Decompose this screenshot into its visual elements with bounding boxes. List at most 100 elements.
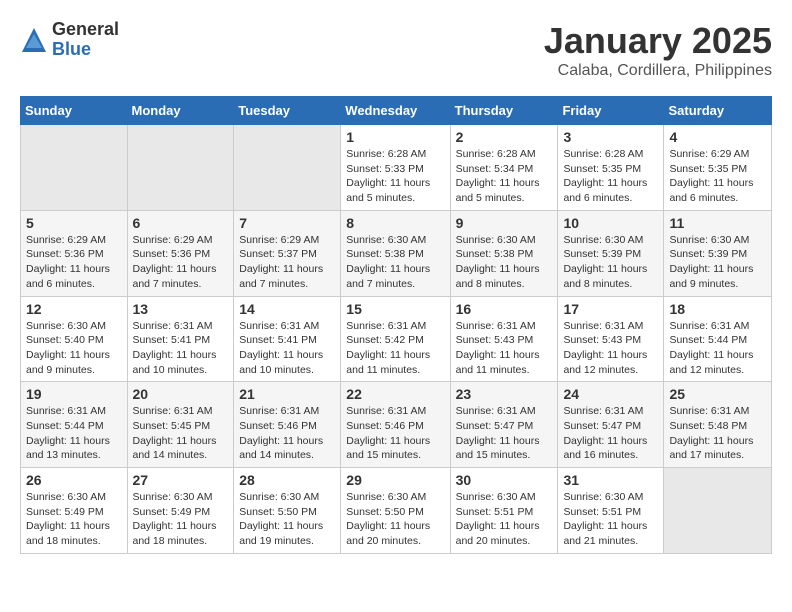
calendar-cell: 15 Sunrise: 6:31 AMSunset: 5:42 PMDayligh… — [341, 296, 450, 382]
location-text: Calaba, Cordillera, Philippines — [544, 62, 772, 80]
day-number: 26 — [26, 472, 122, 488]
calendar-cell: 31 Sunrise: 6:30 AMSunset: 5:51 PMDayligh… — [558, 468, 664, 554]
logo: General Blue — [20, 20, 119, 60]
calendar-table: SundayMondayTuesdayWednesdayThursdayFrid… — [20, 96, 772, 554]
day-number: 17 — [563, 301, 658, 317]
day-info: Sunrise: 6:31 AMSunset: 5:46 PMDaylight:… — [346, 404, 444, 463]
calendar-week-row: 1Sunrise: 6:28 AMSunset: 5:33 PMDaylight… — [21, 125, 772, 211]
logo-general-text: General — [52, 20, 119, 40]
calendar-cell: 8Sunrise: 6:30 AMSunset: 5:38 PMDaylight… — [341, 210, 450, 296]
day-info: Sunrise: 6:28 AMSunset: 5:33 PMDaylight:… — [346, 147, 444, 206]
calendar-cell: 30Sunrise: 6:30 AMSunset: 5:51 PMDayligh… — [450, 468, 558, 554]
calendar-cell: 1Sunrise: 6:28 AMSunset: 5:33 PMDaylight… — [341, 125, 450, 211]
day-number: 8 — [346, 215, 444, 231]
day-info: Sunrise: 6:30 AMSunset: 5:49 PMDaylight:… — [26, 490, 122, 549]
calendar-cell — [127, 125, 234, 211]
calendar-cell: 16 Sunrise: 6:31 AMSunset: 5:43 PMDayligh… — [450, 296, 558, 382]
calendar-cell: 28Sunrise: 6:30 AMSunset: 5:50 PMDayligh… — [234, 468, 341, 554]
calendar-header-row: SundayMondayTuesdayWednesdayThursdayFrid… — [21, 97, 772, 125]
calendar-cell: 4 Sunrise: 6:29 AMSunset: 5:35 PMDaylight… — [664, 125, 772, 211]
day-number: 9 — [456, 215, 553, 231]
calendar-cell — [664, 468, 772, 554]
day-number: 19 — [26, 386, 122, 402]
weekday-header: Saturday — [664, 97, 772, 125]
day-info: Sunrise: 6:31 AMSunset: 5:46 PMDaylight:… — [239, 404, 335, 463]
calendar-cell: 12Sunrise: 6:30 AMSunset: 5:40 PMDayligh… — [21, 296, 128, 382]
day-number: 25 — [669, 386, 766, 402]
calendar-cell: 13Sunrise: 6:31 AMSunset: 5:41 PMDayligh… — [127, 296, 234, 382]
day-number: 11 — [669, 215, 766, 231]
calendar-cell: 26 Sunrise: 6:30 AMSunset: 5:49 PMDayligh… — [21, 468, 128, 554]
day-number: 22 — [346, 386, 444, 402]
day-number: 31 — [563, 472, 658, 488]
weekday-header: Monday — [127, 97, 234, 125]
day-info: Sunrise: 6:31 AMSunset: 5:47 PMDaylight:… — [563, 404, 658, 463]
calendar-cell — [234, 125, 341, 211]
month-title: January 2025 — [544, 20, 772, 62]
page-header: General Blue January 2025 Calaba, Cordil… — [20, 20, 772, 80]
calendar-cell: 7 Sunrise: 6:29 AMSunset: 5:37 PMDaylight… — [234, 210, 341, 296]
calendar-cell: 22 Sunrise: 6:31 AMSunset: 5:46 PMDayligh… — [341, 382, 450, 468]
weekday-header: Thursday — [450, 97, 558, 125]
day-number: 27 — [133, 472, 229, 488]
calendar-cell: 2 Sunrise: 6:28 AMSunset: 5:34 PMDaylight… — [450, 125, 558, 211]
calendar-cell: 25 Sunrise: 6:31 AMSunset: 5:48 PMDayligh… — [664, 382, 772, 468]
day-number: 14 — [239, 301, 335, 317]
day-number: 16 — [456, 301, 553, 317]
day-number: 23 — [456, 386, 553, 402]
calendar-cell: 9Sunrise: 6:30 AMSunset: 5:38 PMDaylight… — [450, 210, 558, 296]
day-number: 20 — [133, 386, 229, 402]
day-info: Sunrise: 6:31 AMSunset: 5:43 PMDaylight:… — [456, 319, 553, 378]
calendar-cell: 23 Sunrise: 6:31 AMSunset: 5:47 PMDayligh… — [450, 382, 558, 468]
calendar-cell: 6 Sunrise: 6:29 AMSunset: 5:36 PMDaylight… — [127, 210, 234, 296]
calendar-cell: 19 Sunrise: 6:31 AMSunset: 5:44 PMDayligh… — [21, 382, 128, 468]
logo-icon — [20, 26, 48, 54]
day-info: Sunrise: 6:30 AMSunset: 5:51 PMDaylight:… — [563, 490, 658, 549]
weekday-header: Wednesday — [341, 97, 450, 125]
day-number: 3 — [563, 129, 658, 145]
day-number: 21 — [239, 386, 335, 402]
calendar-week-row: 19 Sunrise: 6:31 AMSunset: 5:44 PMDayligh… — [21, 382, 772, 468]
calendar-cell: 11 Sunrise: 6:30 AMSunset: 5:39 PMDayligh… — [664, 210, 772, 296]
day-number: 7 — [239, 215, 335, 231]
day-info: Sunrise: 6:31 AMSunset: 5:47 PMDaylight:… — [456, 404, 553, 463]
day-number: 18 — [669, 301, 766, 317]
day-info: Sunrise: 6:31 AMSunset: 5:43 PMDaylight:… — [563, 319, 658, 378]
day-number: 30 — [456, 472, 553, 488]
calendar-cell: 3 Sunrise: 6:28 AMSunset: 5:35 PMDaylight… — [558, 125, 664, 211]
day-number: 4 — [669, 129, 766, 145]
day-info: Sunrise: 6:29 AMSunset: 5:35 PMDaylight:… — [669, 147, 766, 206]
day-number: 10 — [563, 215, 658, 231]
day-info: Sunrise: 6:28 AMSunset: 5:34 PMDaylight:… — [456, 147, 553, 206]
logo-blue-text: Blue — [52, 40, 119, 60]
calendar-cell: 18 Sunrise: 6:31 AMSunset: 5:44 PMDayligh… — [664, 296, 772, 382]
day-number: 13 — [133, 301, 229, 317]
day-info: Sunrise: 6:31 AMSunset: 5:45 PMDaylight:… — [133, 404, 229, 463]
calendar-cell: 17 Sunrise: 6:31 AMSunset: 5:43 PMDayligh… — [558, 296, 664, 382]
calendar-week-row: 5 Sunrise: 6:29 AMSunset: 5:36 PMDaylight… — [21, 210, 772, 296]
calendar-cell: 20 Sunrise: 6:31 AMSunset: 5:45 PMDayligh… — [127, 382, 234, 468]
weekday-header: Friday — [558, 97, 664, 125]
day-info: Sunrise: 6:31 AMSunset: 5:44 PMDaylight:… — [26, 404, 122, 463]
day-number: 24 — [563, 386, 658, 402]
calendar-week-row: 26 Sunrise: 6:30 AMSunset: 5:49 PMDayligh… — [21, 468, 772, 554]
day-number: 29 — [346, 472, 444, 488]
day-number: 2 — [456, 129, 553, 145]
day-info: Sunrise: 6:31 AMSunset: 5:42 PMDaylight:… — [346, 319, 444, 378]
calendar-cell: 10 Sunrise: 6:30 AMSunset: 5:39 PMDayligh… — [558, 210, 664, 296]
weekday-header: Sunday — [21, 97, 128, 125]
day-info: Sunrise: 6:30 AMSunset: 5:39 PMDaylight:… — [563, 233, 658, 292]
day-info: Sunrise: 6:29 AMSunset: 5:37 PMDaylight:… — [239, 233, 335, 292]
calendar-cell — [21, 125, 128, 211]
calendar-cell: 5 Sunrise: 6:29 AMSunset: 5:36 PMDaylight… — [21, 210, 128, 296]
day-info: Sunrise: 6:31 AMSunset: 5:48 PMDaylight:… — [669, 404, 766, 463]
calendar-cell: 27Sunrise: 6:30 AMSunset: 5:49 PMDayligh… — [127, 468, 234, 554]
day-info: Sunrise: 6:30 AMSunset: 5:39 PMDaylight:… — [669, 233, 766, 292]
day-info: Sunrise: 6:28 AMSunset: 5:35 PMDaylight:… — [563, 147, 658, 206]
day-info: Sunrise: 6:29 AMSunset: 5:36 PMDaylight:… — [133, 233, 229, 292]
day-number: 6 — [133, 215, 229, 231]
day-info: Sunrise: 6:31 AMSunset: 5:44 PMDaylight:… — [669, 319, 766, 378]
day-number: 5 — [26, 215, 122, 231]
day-number: 15 — [346, 301, 444, 317]
day-info: Sunrise: 6:29 AMSunset: 5:36 PMDaylight:… — [26, 233, 122, 292]
